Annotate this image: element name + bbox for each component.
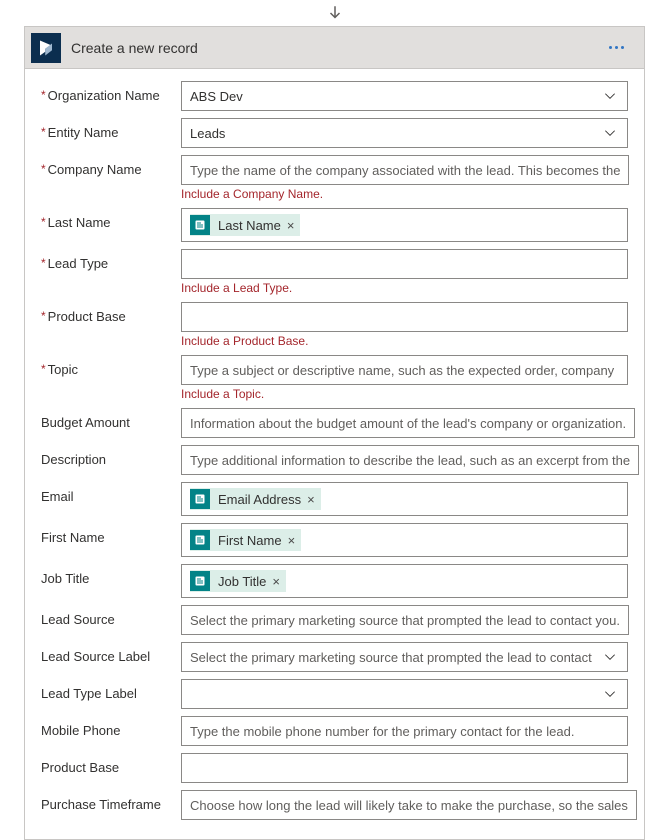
forms-icon (190, 489, 210, 509)
label-lead-source-label: Lead Source Label (41, 642, 181, 664)
chevron-down-icon (603, 89, 617, 103)
lead-source-label-select[interactable]: Select the primary marketing source that… (181, 642, 628, 672)
label-organization-name: * Organization Name (41, 81, 181, 103)
required-star: * (41, 362, 46, 377)
topic-input[interactable]: Type a subject or descriptive name, such… (181, 355, 628, 385)
lead-source-input[interactable]: Select the primary marketing source that… (181, 605, 629, 635)
token-email[interactable]: Email Address × (190, 488, 321, 510)
job-title-input[interactable]: Job Title × (181, 564, 628, 598)
label-email: Email (41, 482, 181, 504)
flow-arrow-icon (0, 0, 669, 26)
company-name-input[interactable]: Type the name of the company associated … (181, 155, 629, 185)
label-company-name: * Company Name (41, 155, 181, 177)
label-lead-type-label: Lead Type Label (41, 679, 181, 701)
entity-name-select[interactable]: Leads (181, 118, 628, 148)
dynamics-icon (31, 33, 61, 63)
required-star: * (41, 309, 46, 324)
token-remove-button[interactable]: × (307, 492, 315, 507)
company-name-error: Include a Company Name. (181, 187, 629, 201)
lead-type-label-select[interactable] (181, 679, 628, 709)
token-last-name[interactable]: Last Name × (190, 214, 300, 236)
chevron-down-icon (603, 687, 617, 701)
required-star: * (41, 125, 46, 140)
lead-type-error: Include a Lead Type. (181, 281, 628, 295)
more-menu-button[interactable] (603, 40, 630, 55)
description-input[interactable]: Type additional information to describe … (181, 445, 639, 475)
label-product-base: * Product Base (41, 302, 181, 324)
token-remove-button[interactable]: × (272, 574, 280, 589)
label-last-name: * Last Name (41, 208, 181, 230)
email-input[interactable]: Email Address × (181, 482, 628, 516)
label-purchase-timeframe: Purchase Timeframe (41, 790, 181, 812)
topic-error: Include a Topic. (181, 387, 628, 401)
label-lead-source: Lead Source (41, 605, 181, 627)
token-remove-button[interactable]: × (287, 218, 295, 233)
last-name-input[interactable]: Last Name × (181, 208, 628, 242)
forms-icon (190, 215, 210, 235)
label-budget-amount: Budget Amount (41, 408, 181, 430)
token-job-title[interactable]: Job Title × (190, 570, 286, 592)
token-remove-button[interactable]: × (288, 533, 296, 548)
organization-name-select[interactable]: ABS Dev (181, 81, 628, 111)
label-description: Description (41, 445, 181, 467)
token-first-name[interactable]: First Name × (190, 529, 301, 551)
required-star: * (41, 162, 46, 177)
label-job-title: Job Title (41, 564, 181, 586)
action-header[interactable]: Create a new record (25, 27, 644, 69)
label-lead-type: * Lead Type (41, 249, 181, 271)
label-topic: * Topic (41, 355, 181, 377)
product-base-input[interactable] (181, 302, 628, 332)
label-entity-name: * Entity Name (41, 118, 181, 140)
label-first-name: First Name (41, 523, 181, 545)
product-base-error: Include a Product Base. (181, 334, 628, 348)
required-star: * (41, 215, 46, 230)
required-star: * (41, 256, 46, 271)
budget-amount-input[interactable]: Information about the budget amount of t… (181, 408, 635, 438)
forms-icon (190, 530, 210, 550)
label-product-base-2: Product Base (41, 753, 181, 775)
chevron-down-icon (603, 650, 617, 664)
form-body: * Organization Name ABS Dev * Entity Nam… (25, 69, 644, 839)
label-mobile-phone: Mobile Phone (41, 716, 181, 738)
forms-icon (190, 571, 210, 591)
product-base-2-input[interactable] (181, 753, 628, 783)
mobile-phone-input[interactable]: Type the mobile phone number for the pri… (181, 716, 628, 746)
purchase-timeframe-input[interactable]: Choose how long the lead will likely tak… (181, 790, 637, 820)
action-title: Create a new record (71, 40, 603, 56)
lead-type-input[interactable] (181, 249, 628, 279)
action-card: Create a new record * Organization Name … (24, 26, 645, 840)
required-star: * (41, 88, 46, 103)
chevron-down-icon (603, 126, 617, 140)
first-name-input[interactable]: First Name × (181, 523, 628, 557)
